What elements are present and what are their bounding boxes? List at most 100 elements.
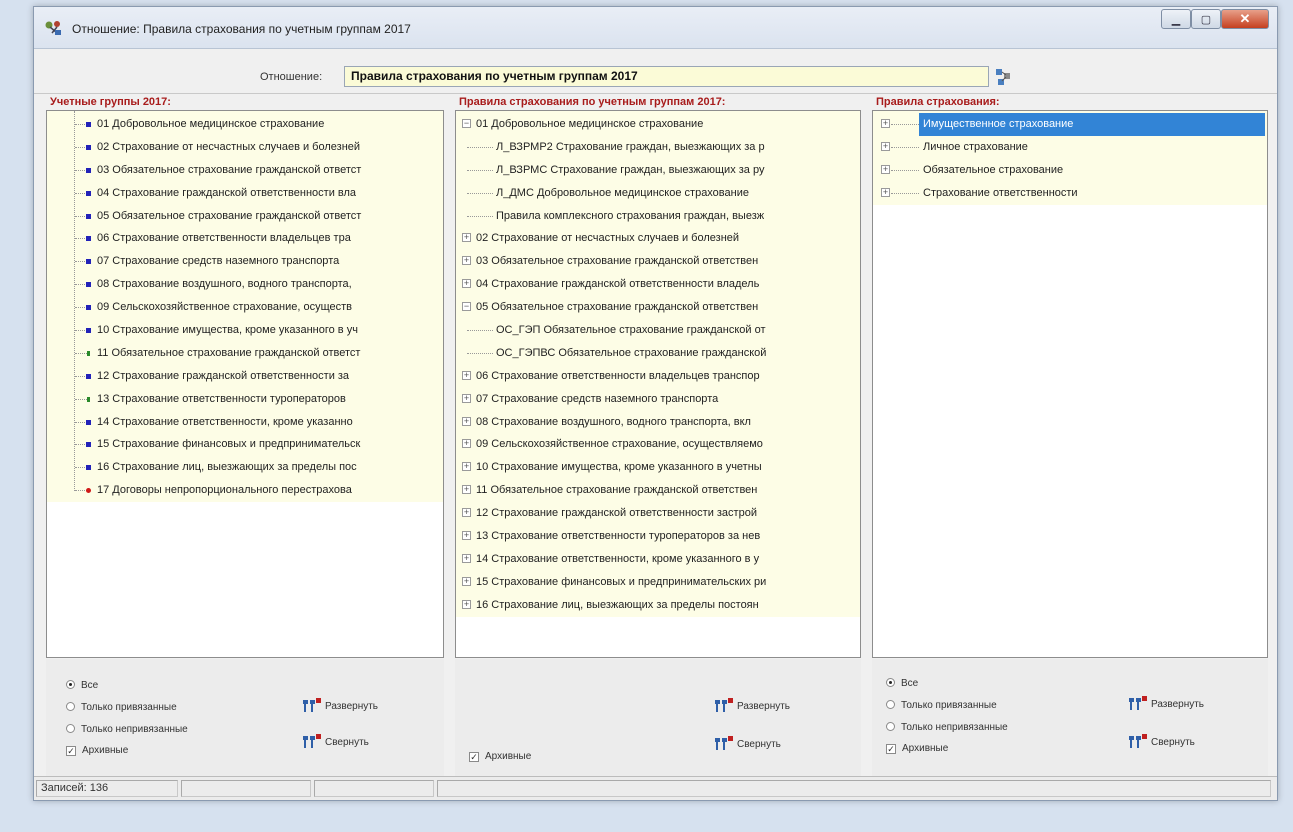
tree-item[interactable]: ОС_ГЭП Обязательное страхование гражданс… bbox=[456, 319, 860, 342]
tree-item[interactable]: +16 Страхование лиц, выезжающих за преде… bbox=[456, 594, 860, 617]
tree-item[interactable]: −05 Обязательное страхование гражданской… bbox=[456, 296, 860, 319]
tree-item[interactable]: +10 Страхование имущества, кроме указанн… bbox=[456, 456, 860, 479]
middle-archive-checkbox[interactable]: ✓ Архивные bbox=[469, 751, 531, 762]
tree-item[interactable]: 05 Обязательное страхование гражданской … bbox=[47, 205, 443, 228]
tree-item[interactable]: −01 Добровольное медицинское страхование bbox=[456, 113, 860, 136]
tree-item[interactable]: 04 Страхование гражданской ответственнос… bbox=[47, 182, 443, 205]
window-title: Отношение: Правила страхования по учетны… bbox=[72, 22, 411, 36]
tree-item[interactable]: 13 Страхование ответственности туроперат… bbox=[47, 388, 443, 411]
tree-item[interactable]: 07 Страхование средств наземного транспо… bbox=[47, 250, 443, 273]
tree-item[interactable]: 17 Договоры непропорционального перестра… bbox=[47, 479, 443, 502]
tree-item[interactable]: +03 Обязательное страхование гражданской… bbox=[456, 250, 860, 273]
status-cell-empty bbox=[437, 780, 1271, 797]
tree-item[interactable]: 09 Сельскохозяйственное страхование, осу… bbox=[47, 296, 443, 319]
right-filter-all-radio[interactable]: Все bbox=[886, 677, 918, 689]
accounting-groups-controls: Все Только привязанные Только непривязан… bbox=[46, 659, 444, 776]
tree-item[interactable]: +12 Страхование гражданской ответственно… bbox=[456, 502, 860, 525]
expand-plus-icon[interactable]: + bbox=[462, 233, 471, 243]
expand-plus-icon[interactable]: + bbox=[462, 576, 471, 586]
tree-item[interactable]: 16 Страхование лиц, выезжающих за предел… bbox=[47, 456, 443, 479]
tree-item[interactable]: +14 Страхование ответственности, кроме у… bbox=[456, 548, 860, 571]
expand-button[interactable]: Развернуть bbox=[301, 697, 378, 715]
tree-item[interactable]: 02 Страхование от несчастных случаев и б… bbox=[47, 136, 443, 159]
expand-plus-icon[interactable]: + bbox=[462, 485, 471, 495]
close-button[interactable]: ✕ bbox=[1221, 9, 1269, 29]
expand-plus-icon[interactable]: + bbox=[462, 393, 471, 403]
collapse-button[interactable]: Свернуть bbox=[301, 733, 369, 751]
tree-item[interactable]: 08 Страхование воздушного, водного транс… bbox=[47, 273, 443, 296]
tree-item[interactable]: Л_ВЗРМС Страхование граждан, выезжающих … bbox=[456, 159, 860, 182]
tree-item[interactable]: 03 Обязательное страхование гражданской … bbox=[47, 159, 443, 182]
tree-item-label: 12 Страхование гражданской ответственнос… bbox=[476, 507, 757, 520]
collapse-minus-icon[interactable]: − bbox=[462, 302, 471, 312]
tree-item[interactable]: +08 Страхование воздушного, водного тран… bbox=[456, 411, 860, 434]
tree-item[interactable]: 01 Добровольное медицинское страхование bbox=[47, 113, 443, 136]
expand-plus-icon[interactable]: + bbox=[881, 164, 890, 174]
archive-checkbox[interactable]: ✓ Архивные bbox=[66, 745, 128, 756]
title-bar[interactable]: Отношение: Правила страхования по учетны… bbox=[34, 7, 1277, 49]
group-marker-icon bbox=[86, 122, 91, 127]
expand-plus-icon[interactable]: + bbox=[462, 370, 471, 380]
tree-item[interactable]: 12 Страхование гражданской ответственнос… bbox=[47, 365, 443, 388]
insurance-rules-tree[interactable]: + Имущественное страхование + Личное страхо… bbox=[872, 110, 1268, 658]
tree-item[interactable]: Правила комплексного страхования граждан… bbox=[456, 205, 860, 228]
expand-plus-icon[interactable]: + bbox=[881, 187, 890, 197]
tree-item-label: ОС_ГЭП Обязательное страхование гражданс… bbox=[496, 324, 766, 337]
filter-linked-radio[interactable]: Только привязанные bbox=[66, 701, 177, 713]
tree-item[interactable]: ОС_ГЭПВС Обязательное страхование гражда… bbox=[456, 342, 860, 365]
tree-item[interactable]: 11 Обязательное страхование гражданской … bbox=[47, 342, 443, 365]
tree-item[interactable]: Л_ВЗРМР2 Страхование граждан, выезжающих… bbox=[456, 136, 860, 159]
rules-by-group-tree[interactable]: −01 Добровольное медицинское страхование… bbox=[455, 110, 861, 658]
filter-all-radio[interactable]: Все bbox=[66, 679, 98, 691]
tree-item[interactable]: +15 Страхование финансовых и предпринима… bbox=[456, 571, 860, 594]
tree-item[interactable]: + Страхование ответственности bbox=[873, 182, 1267, 205]
tree-item[interactable]: +13 Страхование ответственности туропера… bbox=[456, 525, 860, 548]
tree-item[interactable]: +04 Страхование гражданской ответственно… bbox=[456, 273, 860, 296]
expand-plus-icon[interactable]: + bbox=[462, 599, 471, 609]
filter-unlinked-radio[interactable]: Только непривязанные bbox=[66, 723, 188, 735]
accounting-groups-tree[interactable]: 01 Добровольное медицинское страхование 0… bbox=[46, 110, 444, 658]
tree-item[interactable]: Л_ДМС Добровольное медицинское страхован… bbox=[456, 182, 860, 205]
tree-item[interactable]: +07 Страхование средств наземного трансп… bbox=[456, 388, 860, 411]
tree-item[interactable]: + Личное страхование bbox=[873, 136, 1267, 159]
right-filter-unlinked-radio[interactable]: Только непривязанные bbox=[886, 721, 1008, 733]
middle-expand-button[interactable]: Развернуть bbox=[713, 697, 790, 715]
tree-item[interactable]: +02 Страхование от несчастных случаев и … bbox=[456, 227, 860, 250]
tree-item[interactable]: 15 Страхование финансовых и предпринимат… bbox=[47, 433, 443, 456]
tree-item[interactable]: +06 Страхование ответственности владельц… bbox=[456, 365, 860, 388]
expand-plus-icon[interactable]: + bbox=[881, 119, 890, 128]
expand-plus-icon[interactable]: + bbox=[462, 416, 471, 426]
right-filter-linked-radio[interactable]: Только привязанные bbox=[886, 699, 997, 711]
expand-plus-icon[interactable]: + bbox=[462, 439, 471, 449]
tree-item-label: 15 Страхование финансовых и предпринимат… bbox=[476, 575, 767, 588]
tree-item-label: 13 Страхование ответственности туроперат… bbox=[476, 530, 761, 543]
expand-plus-icon[interactable]: + bbox=[462, 531, 471, 541]
tree-item[interactable]: 10 Страхование имущества, кроме указанно… bbox=[47, 319, 443, 342]
tree-item-label: 02 Страхование от несчастных случаев и б… bbox=[476, 232, 740, 245]
maximize-button[interactable]: ▢ bbox=[1191, 9, 1221, 29]
collapse-minus-icon[interactable]: − bbox=[462, 119, 471, 128]
expand-plus-icon[interactable]: + bbox=[462, 508, 471, 518]
minimize-button[interactable]: ▁ bbox=[1161, 9, 1191, 29]
right-archive-checkbox[interactable]: ✓ Архивные bbox=[886, 743, 948, 754]
middle-collapse-button[interactable]: Свернуть bbox=[713, 735, 781, 753]
relation-picker-icon[interactable] bbox=[994, 67, 1014, 87]
tree-connector bbox=[467, 215, 493, 217]
tree-item[interactable]: 14 Страхование ответственности, кроме ук… bbox=[47, 411, 443, 434]
tree-item[interactable]: + Обязательное страхование bbox=[873, 159, 1267, 182]
right-expand-button[interactable]: Развернуть bbox=[1127, 695, 1204, 713]
expand-plus-icon[interactable]: + bbox=[462, 279, 471, 289]
radio-on-icon bbox=[886, 678, 895, 687]
expand-plus-icon[interactable]: + bbox=[881, 141, 890, 151]
expand-plus-icon[interactable]: + bbox=[462, 256, 471, 266]
tree-item[interactable]: 06 Страхование ответственности владельце… bbox=[47, 227, 443, 250]
tree-item-label: 10 Страхование имущества, кроме указанно… bbox=[476, 461, 762, 474]
expand-plus-icon[interactable]: + bbox=[462, 553, 471, 563]
tree-item[interactable]: + Имущественное страхование bbox=[873, 113, 1267, 136]
expand-plus-icon[interactable]: + bbox=[462, 462, 471, 472]
tree-item[interactable]: +09 Сельскохозяйственное страхование, ос… bbox=[456, 433, 860, 456]
tree-connector bbox=[467, 330, 493, 332]
tree-item[interactable]: +11 Обязательное страхование гражданской… bbox=[456, 479, 860, 502]
relation-field[interactable]: Правила страхования по учетным группам 2… bbox=[344, 66, 989, 87]
right-collapse-button[interactable]: Свернуть bbox=[1127, 733, 1195, 751]
